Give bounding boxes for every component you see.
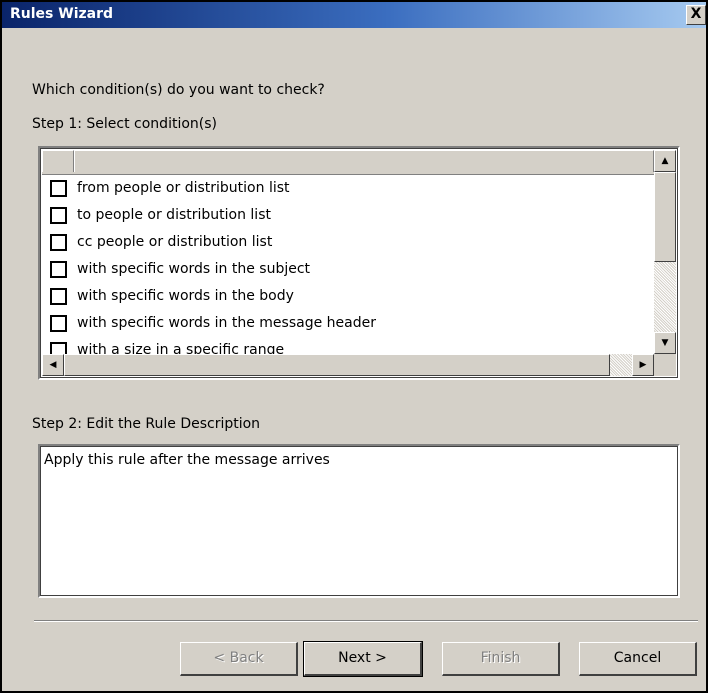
- condition-item[interactable]: with specific words in the subject: [50, 257, 310, 281]
- condition-label: with specific words in the subject: [77, 261, 311, 277]
- condition-item[interactable]: to people or distribution list: [50, 203, 271, 227]
- horizontal-scrollbar[interactable]: ◀ ▶: [42, 354, 654, 376]
- title-bar[interactable]: Rules Wizard X: [2, 2, 706, 28]
- condition-checkbox[interactable]: [50, 287, 67, 305]
- condition-checkbox[interactable]: [50, 314, 67, 332]
- window-title: Rules Wizard: [10, 6, 114, 22]
- condition-item[interactable]: with specific words in the message heade…: [50, 311, 376, 335]
- condition-label: cc people or distribution list: [77, 234, 273, 250]
- up-arrow-icon[interactable]: ▲: [654, 150, 676, 172]
- separator-line: [34, 620, 698, 622]
- conditions-list[interactable]: from people or distribution list to peop…: [38, 146, 680, 380]
- prompt-text: Which condition(s) do you want to check?: [32, 82, 325, 98]
- left-arrow-icon[interactable]: ◀: [42, 354, 64, 376]
- header-col-condition[interactable]: [74, 150, 654, 172]
- vertical-scrollbar[interactable]: ▲ ▼: [654, 150, 676, 354]
- close-icon[interactable]: X: [686, 5, 706, 25]
- header-col-check[interactable]: [42, 150, 74, 172]
- condition-checkbox[interactable]: [50, 233, 67, 251]
- condition-checkbox[interactable]: [50, 260, 67, 278]
- condition-label: to people or distribution list: [77, 207, 271, 223]
- down-arrow-icon[interactable]: ▼: [654, 332, 676, 354]
- next-button[interactable]: Next >: [303, 641, 423, 677]
- condition-label: with specific words in the message heade…: [77, 315, 376, 331]
- condition-checkbox[interactable]: [50, 179, 67, 197]
- step2-label: Step 2: Edit the Rule Description: [32, 416, 261, 432]
- rule-description-text: Apply this rule after the message arrive…: [44, 452, 330, 468]
- finish-button[interactable]: Finish: [442, 642, 560, 676]
- condition-label: with specific words in the body: [77, 288, 294, 304]
- scrollbar-corner: [654, 354, 676, 376]
- horizontal-scroll-thumb[interactable]: [64, 354, 610, 376]
- back-button[interactable]: < Back: [180, 642, 298, 676]
- condition-item[interactable]: with specific words in the body: [50, 284, 294, 308]
- rules-wizard-dialog: Rules Wizard X Which condition(s) do you…: [0, 0, 708, 693]
- cancel-button[interactable]: Cancel: [579, 642, 697, 676]
- step1-label: Step 1: Select condition(s): [32, 116, 217, 132]
- condition-label: from people or distribution list: [77, 180, 290, 196]
- vertical-scroll-thumb[interactable]: [654, 172, 676, 262]
- rule-description-box[interactable]: Apply this rule after the message arrive…: [38, 444, 680, 598]
- right-arrow-icon[interactable]: ▶: [632, 354, 654, 376]
- condition-item[interactable]: cc people or distribution list: [50, 230, 272, 254]
- condition-item[interactable]: from people or distribution list: [50, 176, 290, 200]
- list-header: [42, 150, 654, 175]
- condition-checkbox[interactable]: [50, 206, 67, 224]
